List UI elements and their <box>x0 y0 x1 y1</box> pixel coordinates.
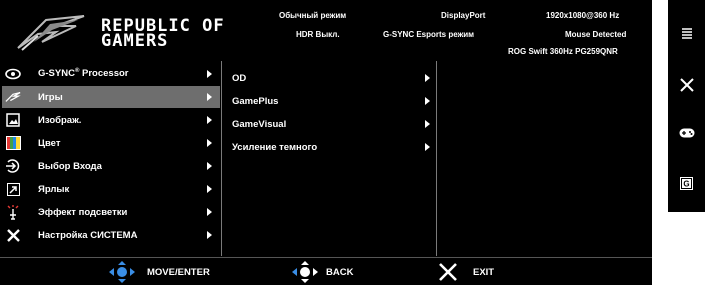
submenu-label: GameVisual <box>232 119 287 130</box>
hotkey-close[interactable] <box>668 70 705 100</box>
mode-status: Обычный режим <box>279 11 347 20</box>
brand-wordmark: REPUBLIC OF GAMERS <box>101 18 225 51</box>
joystick-move-icon <box>109 261 135 283</box>
hotkey-gameplus[interactable]: G <box>668 168 705 198</box>
chevron-right-icon <box>425 120 430 128</box>
menu-label: Ярлык <box>38 183 70 195</box>
menu-label: Игры <box>38 91 63 103</box>
submenu-item-gamevisual[interactable]: GameVisual <box>222 113 438 135</box>
model-name: ROG Swift 360Hz PG259QNR <box>508 47 618 56</box>
osd-panel: REPUBLIC OF GAMERS Обычный режим HDR Вык… <box>0 0 652 285</box>
hdr-status: HDR Выкл. <box>296 30 340 39</box>
menu-item-gsync-processor[interactable]: G-SYNC® Processor <box>2 63 220 85</box>
mouse-status: Mouse Detected <box>565 30 627 39</box>
input-status: DisplayPort <box>441 11 486 20</box>
hotkey-menu[interactable] <box>668 18 705 48</box>
menu-label: Настройка СИСТЕМА <box>38 229 138 241</box>
submenu-label: OD <box>232 73 247 84</box>
chevron-right-icon <box>207 139 212 147</box>
menu-item-color[interactable]: Цвет <box>2 132 220 154</box>
chevron-right-icon <box>207 208 212 216</box>
image-icon <box>5 112 21 128</box>
chevron-right-icon <box>207 116 212 124</box>
menu-lines-icon <box>681 28 692 39</box>
submenu-label: Усиление темного <box>232 142 318 153</box>
menu-label: Цвет <box>38 137 61 149</box>
svg-text:G: G <box>683 179 689 188</box>
menu-label: Выбор Входа <box>38 160 102 172</box>
submenu-label: GamePlus <box>232 96 279 107</box>
joystick-back-icon <box>292 261 318 283</box>
move-enter-label: MOVE/ENTER <box>147 266 210 278</box>
submenu-item-dark-boost[interactable]: Усиление темного <box>222 136 438 158</box>
shortcut-arrow-icon <box>5 181 21 197</box>
gsync-mode-status: G-SYNC Esports режим <box>383 30 475 39</box>
exit-hint[interactable]: EXIT <box>437 258 494 285</box>
rog-eye-logo-icon <box>17 15 85 51</box>
menu-item-light-effect[interactable]: Эффект подсветки <box>2 201 220 223</box>
osd-footer: MOVE/ENTER BACK EXIT <box>0 257 652 285</box>
chevron-right-icon <box>207 185 212 193</box>
light-effect-icon <box>5 204 21 220</box>
hotkey-bar: G <box>668 0 705 212</box>
menu-item-input-select[interactable]: Выбор Входа <box>2 155 220 177</box>
menu-item-shortcut[interactable]: Ярлык <box>2 178 220 200</box>
brand-line-2: GAMERS <box>101 31 169 51</box>
menu-item-image[interactable]: Изображ. <box>2 109 220 131</box>
chevron-right-icon <box>425 74 430 82</box>
chevron-right-icon <box>207 70 212 78</box>
gameplus-g-icon: G <box>680 176 693 190</box>
detail-pane <box>438 61 652 256</box>
input-select-icon <box>5 158 21 174</box>
chevron-right-icon <box>425 97 430 105</box>
menu-label: Эффект подсветки <box>38 206 128 218</box>
move-enter-hint[interactable]: MOVE/ENTER <box>105 258 210 285</box>
menu-item-games[interactable]: Игры <box>2 86 220 108</box>
menu-item-system-setup[interactable]: Настройка СИСТЕМА <box>2 224 220 246</box>
wrench-tools-icon <box>5 227 21 243</box>
hotkey-gamepad[interactable] <box>668 118 705 148</box>
menu-label-gsync: G-SYNC <box>38 68 75 80</box>
color-bars-icon <box>5 135 21 151</box>
chevron-right-icon <box>207 162 212 170</box>
gamepad-icon <box>679 128 694 138</box>
menu-label-gsync-suffix: Processor <box>79 68 129 80</box>
submenu-item-od[interactable]: OD <box>222 67 438 89</box>
menu-label: Изображ. <box>38 114 82 126</box>
exit-x-icon <box>439 263 457 281</box>
chevron-right-icon <box>425 143 430 151</box>
osd-header: REPUBLIC OF GAMERS Обычный режим HDR Вык… <box>0 0 652 60</box>
chevron-right-icon <box>207 231 212 239</box>
main-menu: G-SYNC® Processor Игры Изображ. Цвет Выб… <box>2 61 220 256</box>
rog-claw-icon <box>5 89 21 105</box>
submenu-item-gameplus[interactable]: GamePlus <box>222 90 438 112</box>
chevron-right-icon <box>207 93 212 101</box>
submenu: OD GamePlus GameVisual Усиление темного <box>221 61 437 256</box>
back-label: BACK <box>326 266 354 278</box>
close-x-icon <box>679 78 694 92</box>
gsync-eye-icon <box>5 66 21 82</box>
back-hint[interactable]: BACK <box>288 258 353 285</box>
exit-label: EXIT <box>473 266 495 278</box>
resolution-status: 1920x1080@360 Hz <box>546 11 620 20</box>
